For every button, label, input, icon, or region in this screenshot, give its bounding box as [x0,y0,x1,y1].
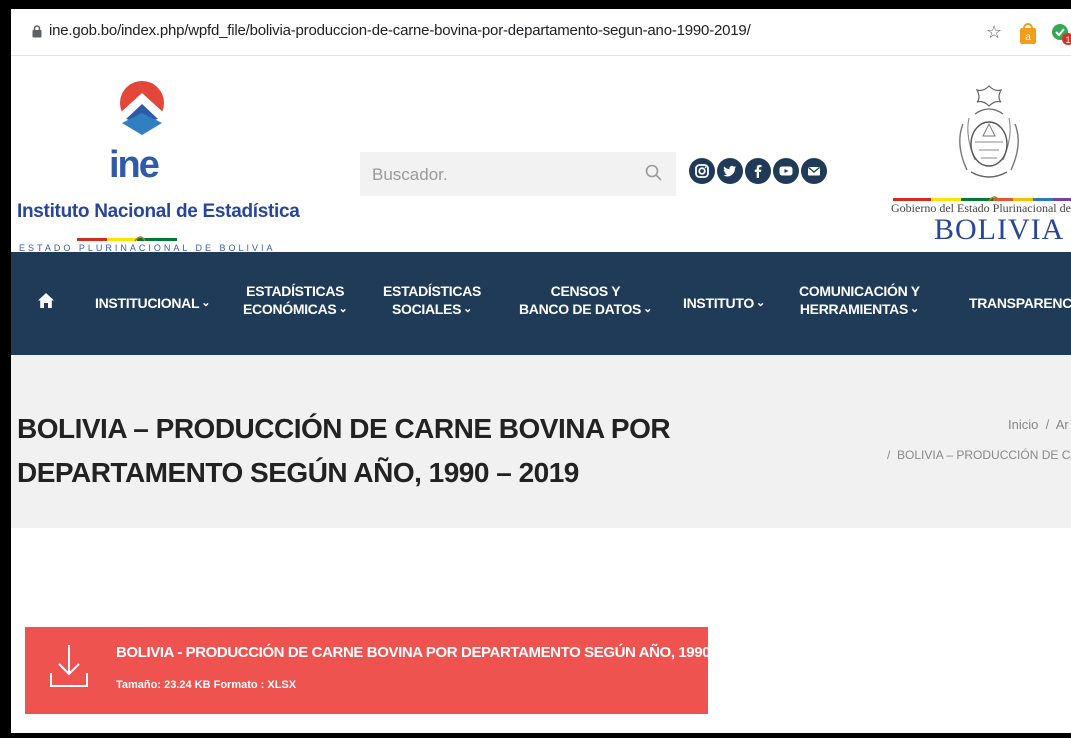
title-band: BOLIVIA – PRODUCCIÓN DE CARNE BOVINA POR… [11,355,1071,528]
chevron-down-icon: ⌄ [910,303,919,315]
facebook-icon[interactable] [745,158,771,184]
breadcrumb-current: BOLIVIA – PRODUCCIÓN DE CAR [897,448,1071,462]
main-nav: INSTITUCIONAL ⌄ ESTADÍSTICAS ECONÓMICAS ⌄ E… [11,252,1071,355]
download-file-button[interactable]: BOLIVIA - PRODUCCIÓN DE CARNE BOVINA POR… [25,627,754,714]
svg-text:a: a [1025,32,1031,43]
page-title: BOLIVIA – PRODUCCIÓN DE CARNE BOVINA POR… [17,413,671,488]
institution-name: Instituto Nacional de Estadística [17,201,300,222]
lock-icon [32,25,42,43]
extension-badge: 1 [1065,35,1070,45]
chevron-down-icon: ⌄ [643,303,652,315]
search-input[interactable] [360,152,644,198]
nav-item-estadisticas-sociales[interactable]: ESTADÍSTICAS SOCIALES ⌄ [383,282,481,318]
extension-icon[interactable]: a [1018,23,1038,45]
coat-of-arms-icon [949,84,1029,194]
nav-item-institucional[interactable]: INSTITUCIONAL ⌄ [95,294,210,312]
chevron-down-icon: ⌄ [338,303,348,315]
breadcrumb: Inicio / Ar [1008,417,1069,432]
url-text[interactable]: ine.gob.bo/index.php/wpfd_file/bolivia-p… [49,22,751,39]
nav-item-censos-banco-datos[interactable]: CENSOS Y BANCO DE DATOS ⌄ [519,282,652,318]
breadcrumb-home[interactable]: Inicio [1008,417,1038,432]
chevron-down-icon: ⌄ [201,297,211,309]
chevron-down-icon: ⌄ [755,297,765,309]
breadcrumb-section[interactable]: Ar [1056,417,1069,432]
shield-extension-icon[interactable]: 1 [1051,22,1071,46]
logo-wordmark: ine [109,144,160,186]
download-title: BOLIVIA - PRODUCCIÓN DE CARNE BOVINA POR… [116,644,755,661]
bookmark-star-icon[interactable]: ☆ [986,22,1002,43]
breadcrumb-current-row: / BOLIVIA – PRODUCCIÓN DE CAR [887,448,1071,462]
address-bar[interactable]: ine.gob.bo/index.php/wpfd_file/bolivia-p… [11,9,1071,56]
youtube-icon[interactable] [773,158,799,184]
download-icon [49,643,89,694]
chevron-down-icon: ⌄ [463,303,473,315]
twitter-icon[interactable] [717,158,743,184]
download-meta: Tamaño: 23.24 KB Formato : XLSX [116,679,297,691]
nav-item-transparencia[interactable]: TRANSPARENCIA [969,294,1071,312]
gov-country: BOLIVIA [934,213,1065,246]
home-icon[interactable] [37,292,55,314]
nav-item-instituto[interactable]: INSTITUTO ⌄ [683,294,765,312]
nav-item-comunicacion-herramientas[interactable]: COMUNICACIÓN Y HERRAMIENTAS ⌄ [799,282,920,318]
browser-window: ine.gob.bo/index.php/wpfd_file/bolivia-p… [11,9,1071,733]
search-box[interactable] [360,152,676,198]
email-icon[interactable] [801,158,827,184]
search-icon[interactable] [645,164,663,187]
nav-item-estadisticas-economicas[interactable]: ESTADÍSTICAS ECONÓMICAS ⌄ [243,282,348,318]
site-header: ine Instituto Nacional de Estadística ES… [11,56,1071,256]
ine-logo-icon[interactable] [118,79,166,146]
instagram-icon[interactable] [689,158,715,184]
